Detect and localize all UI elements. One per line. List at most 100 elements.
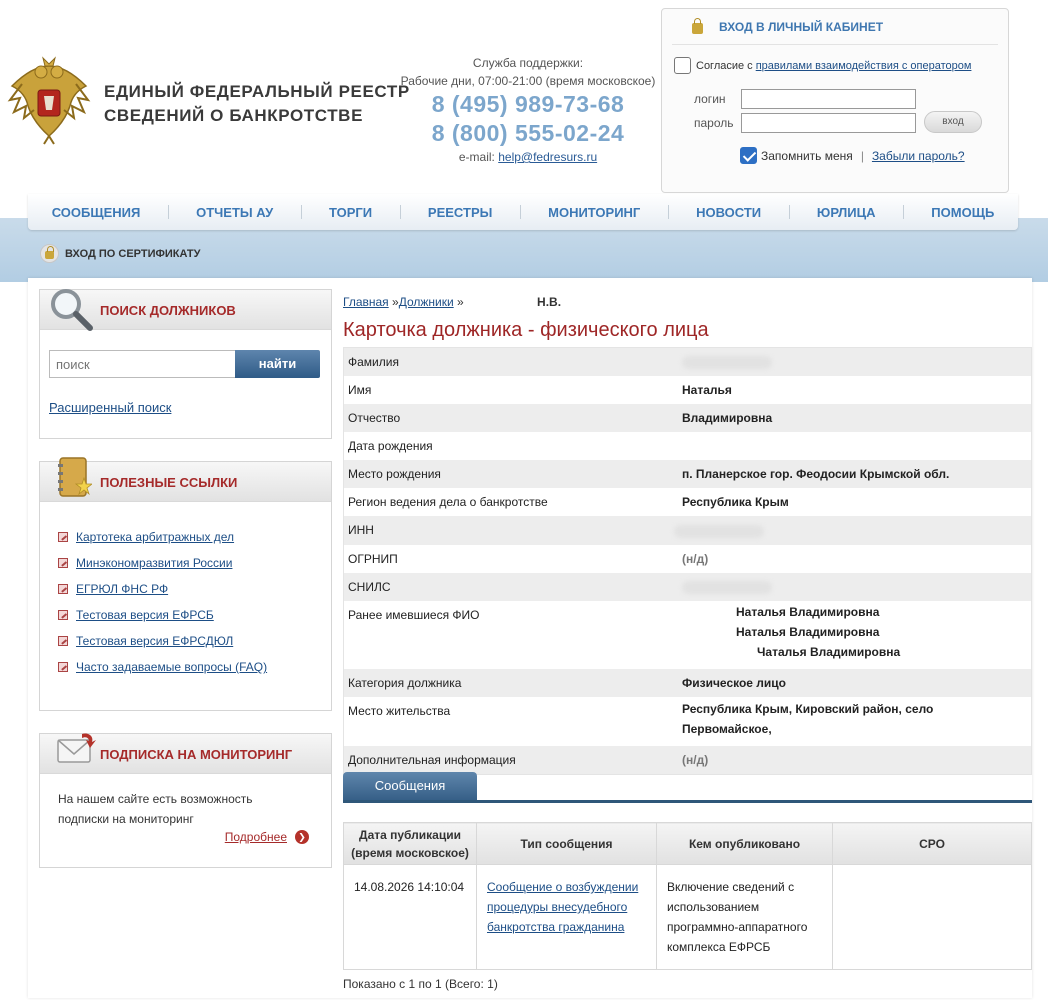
external-link-icon (58, 532, 68, 542)
detail-row-surname: Фамилия (344, 348, 1031, 377)
breadcrumb-home[interactable]: Главная (343, 295, 389, 309)
breadcrumb: Главная »Должники » Н.В. (343, 295, 561, 309)
previous-name: Наталья Владимировна (736, 624, 880, 639)
detail-label: Ранее имевшиеся ФИО (348, 607, 480, 622)
link-arbitration-cases[interactable]: Картотека арбитражных дел (76, 530, 234, 544)
nav-registries[interactable]: РЕЕСТРЫ (428, 205, 492, 220)
debtor-search-widget: ПОИСК ДОЛЖНИКОВ найти Расширенный поиск (39, 289, 332, 439)
certificate-login[interactable]: ВХОД ПО СЕРТИФИКАТУ (40, 244, 200, 263)
message-type-line: процедуры внесудебного (487, 900, 628, 914)
detail-label: СНИЛС (348, 579, 391, 594)
detail-label: Дополнительная информация (348, 752, 516, 767)
forgot-password-link[interactable]: Забыли пароль? (872, 149, 965, 163)
consent-rules-link[interactable]: правилами взаимодействия с оператором (756, 60, 972, 72)
subscription-more: Подробнее ❯ (225, 830, 309, 844)
monitoring-subscription-widget: ПОДПИСКА НА МОНИТОРИНГ На нашем сайте ес… (39, 733, 332, 868)
support-email-link[interactable]: help@fedresurs.ru (498, 150, 597, 164)
debtor-search-button[interactable]: найти (235, 350, 320, 378)
publisher-line: Включение сведений с (667, 880, 795, 894)
detail-label: ИНН (348, 523, 374, 538)
site-title-line2: СВЕДЕНИЙ О БАНКРОТСТВЕ (104, 106, 364, 125)
detail-value: п. Планерское гор. Феодосии Крымской обл… (682, 467, 950, 482)
link-test-efrsb[interactable]: Тестовая версия ЕФРСБ (76, 608, 214, 622)
support-phone-1: 8 (495) 989-73-68 (431, 91, 625, 117)
list-item: Тестовая версия ЕФРСБ (58, 602, 267, 628)
publisher-line: использованием (667, 900, 760, 914)
column-header-date[interactable]: Дата публикации (время московское) (343, 822, 477, 865)
list-item: Тестовая версия ЕФРСДЮЛ (58, 628, 267, 654)
residence-line: Первомайское, (682, 721, 772, 736)
nav-divider (667, 205, 669, 219)
breadcrumb-current: Н.В. (537, 295, 562, 309)
table-header-row: Дата публикации (время московское) Тип с… (343, 822, 1032, 865)
subscription-description: На нашем сайте есть возможность подписки… (58, 789, 253, 829)
breadcrumb-separator: » (388, 295, 399, 309)
useful-links-header: ПОЛЕЗНЫЕ ССЫЛКИ (40, 457, 331, 502)
nav-legal-entities[interactable]: ЮРЛИЦА (817, 205, 876, 220)
message-type-link[interactable]: Сообщение о возбуждении процедуры внесуд… (487, 880, 638, 934)
detail-value-redacted (678, 348, 1031, 376)
login-heading-text: ВХОД В ЛИЧНЫЙ КАБИНЕТ (719, 20, 884, 34)
list-item: ЕГРЮЛ ФНС РФ (58, 576, 267, 602)
detail-value-redacted (678, 573, 1031, 601)
advanced-search-link[interactable]: Расширенный поиск (49, 400, 171, 415)
login-input[interactable] (741, 89, 916, 109)
detail-row-name: Имя Наталья (344, 376, 1031, 404)
detail-row-ogrnip: ОГРНИП (н/д) (344, 545, 1031, 573)
nav-messages[interactable]: СООБЩЕНИЯ (52, 205, 141, 220)
remember-row: Запомнить меня | Забыли пароль? (740, 147, 965, 164)
certificate-lock-icon (40, 244, 59, 263)
message-publisher: Включение сведений с использованием прог… (656, 864, 833, 970)
detail-row-extra-info: Дополнительная информация (н/д) (344, 745, 1031, 774)
nav-divider (788, 205, 790, 219)
nav-auctions[interactable]: ТОРГИ (329, 205, 372, 220)
support-label: Служба поддержки: (472, 56, 584, 70)
useful-links-widget: ПОЛЕЗНЫЕ ССЫЛКИ Картотека арбитражных де… (39, 457, 332, 711)
detail-row-residence: Место жительства Республика Крым, Кировс… (344, 697, 1031, 746)
nav-monitoring[interactable]: МОНИТОРИНГ (548, 205, 640, 220)
debtor-search-header: ПОИСК ДОЛЖНИКОВ (40, 289, 331, 331)
redacted-value (682, 580, 772, 594)
column-header-type[interactable]: Тип сообщения (476, 822, 657, 865)
link-ministry-economy[interactable]: Минэкономразвития России (76, 556, 232, 570)
detail-label: Имя (348, 383, 372, 398)
column-header-sro[interactable]: СРО (832, 822, 1032, 865)
link-faq[interactable]: Часто задаваемые вопросы (FAQ) (76, 660, 267, 674)
password-input[interactable] (741, 113, 916, 133)
login-label: логин (694, 92, 726, 106)
detail-value: Наталья (682, 383, 732, 398)
detail-value: Республика Крым, Кировский район, село П… (678, 697, 1031, 746)
lock-icon (692, 18, 703, 34)
subscription-more-link[interactable]: Подробнее (225, 830, 287, 844)
site-title[interactable]: ЕДИНЫЙ ФЕДЕРАЛЬНЫЙ РЕЕСТР СВЕДЕНИЙ О БАН… (104, 80, 410, 128)
magnifier-icon (51, 289, 93, 331)
arrow-right-icon[interactable]: ❯ (295, 830, 309, 844)
detail-row-birthplace: Место рождения п. Планерское гор. Феодос… (344, 460, 1031, 489)
previous-name: Чаталья Владимировна (757, 644, 901, 659)
support-hours: Рабочие дни, 07:00-21:00 (время московск… (400, 74, 656, 88)
column-header-date-line2: (время московское) (351, 845, 469, 860)
detail-row-patronymic: Отчество Владимировна (344, 404, 1031, 433)
message-date: 14.08.2026 14:10:04 (343, 864, 477, 970)
useful-links-list: Картотека арбитражных дел Минэкономразви… (58, 524, 267, 680)
external-link-icon (58, 636, 68, 646)
nav-reports[interactable]: ОТЧЕТЫ АУ (196, 205, 273, 220)
link-egrul[interactable]: ЕГРЮЛ ФНС РФ (76, 582, 168, 596)
consent-checkbox[interactable] (674, 57, 691, 74)
list-item: Часто задаваемые вопросы (FAQ) (58, 654, 267, 680)
column-header-date-line1: Дата публикации (359, 827, 461, 842)
detail-label: ОГРНИП (348, 551, 398, 566)
login-submit-button[interactable]: вход (924, 111, 982, 133)
remember-me-checkbox[interactable] (740, 147, 757, 164)
breadcrumb-debtors[interactable]: Должники (399, 295, 454, 309)
external-link-icon (58, 558, 68, 568)
tab-messages[interactable]: Сообщения (343, 772, 477, 800)
nav-help[interactable]: ПОМОЩЬ (931, 205, 994, 220)
link-test-efrsdul[interactable]: Тестовая версия ЕФРСДЮЛ (76, 634, 233, 648)
nav-news[interactable]: НОВОСТИ (696, 205, 761, 220)
detail-label: Дата рождения (348, 439, 433, 454)
debtor-search-input[interactable] (49, 350, 236, 378)
detail-value-redacted (674, 516, 1031, 544)
column-header-publisher[interactable]: Кем опубликовано (656, 822, 833, 865)
coat-of-arms-logo[interactable] (6, 56, 92, 146)
